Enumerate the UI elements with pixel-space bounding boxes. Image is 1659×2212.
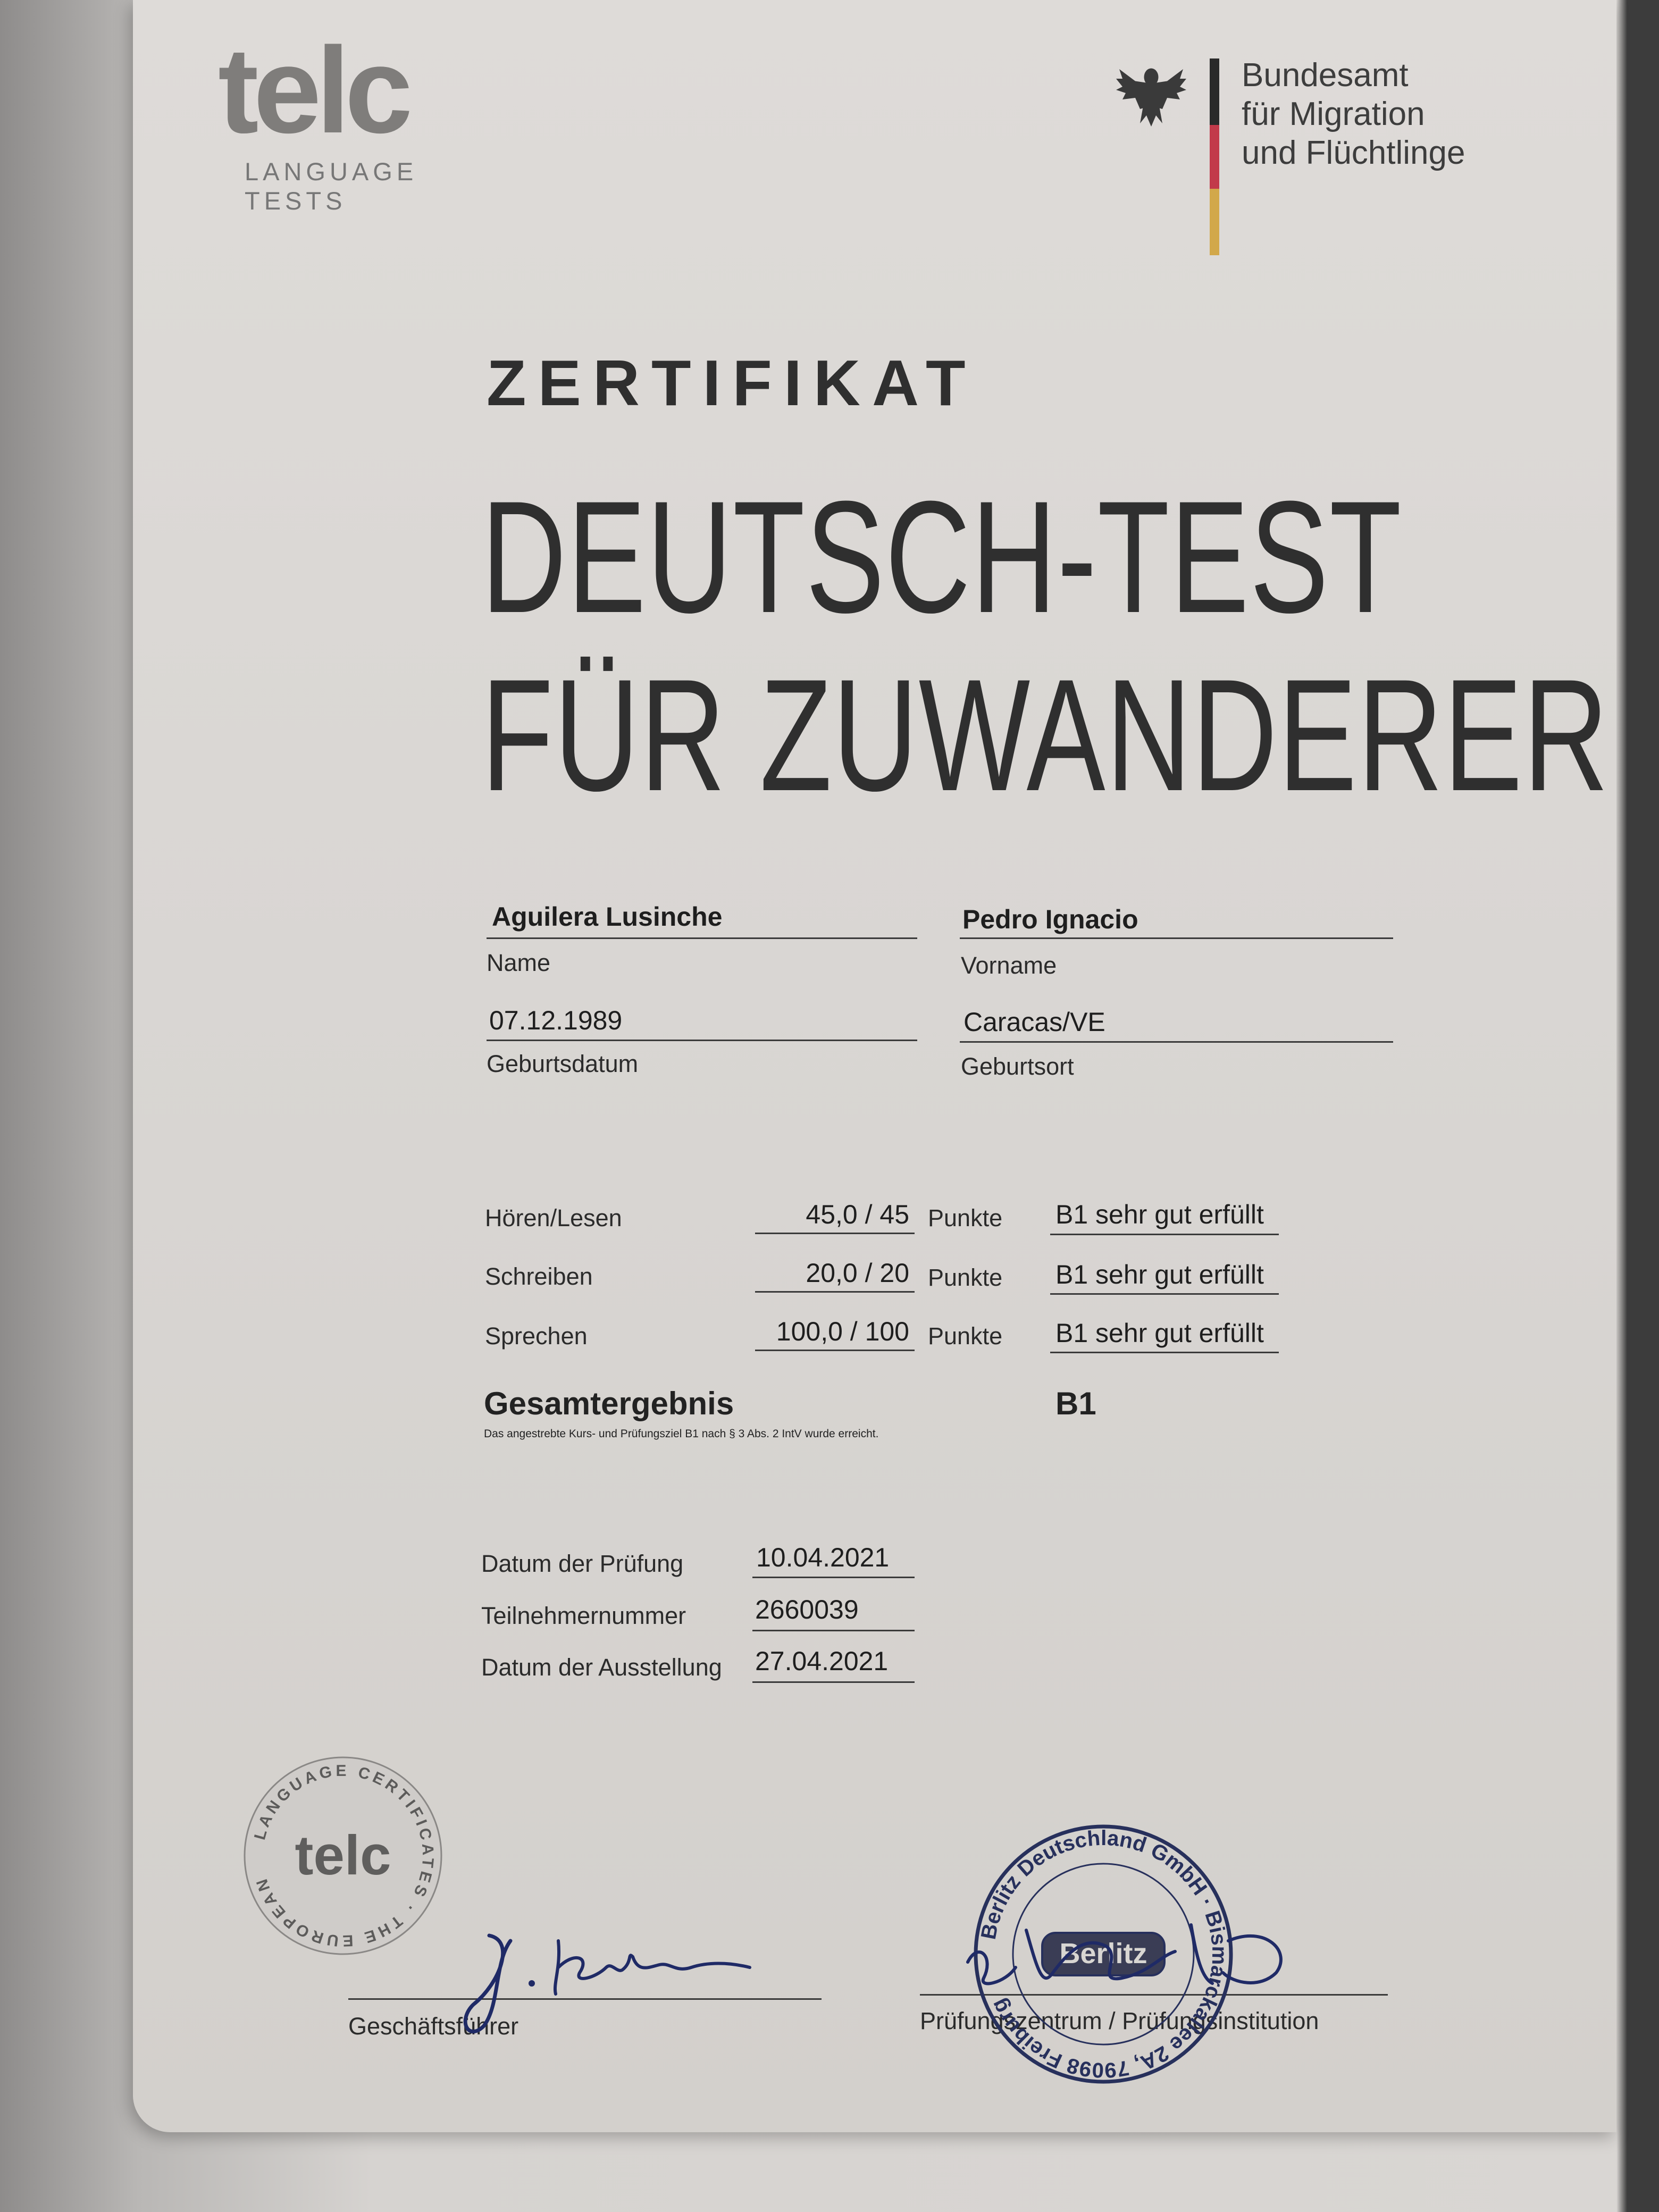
issue-date-value: 27.04.2021 <box>755 1646 889 1676</box>
title-line-1: DEUTSCH-TEST <box>481 467 1403 646</box>
total-value: B1 <box>1055 1386 1096 1421</box>
result-grade: B1 sehr gut erfüllt <box>1055 1318 1264 1348</box>
result-label: Schreiben <box>485 1263 593 1290</box>
score-underline <box>755 1350 915 1351</box>
result-score: 45,0 / 45 <box>806 1200 909 1229</box>
bamf-line-2: für Migration <box>1242 96 1425 132</box>
certificate-title: DEUTSCH-TEST FÜR ZUWANDERER <box>481 468 1609 824</box>
telc-logo: telc LANGUAGE TESTS <box>218 22 495 215</box>
title-line-2: FÜR ZUWANDERER <box>481 646 1610 824</box>
total-note: Das angestrebte Kurs- und Prüfungsziel B… <box>484 1428 879 1440</box>
score-underline <box>755 1291 915 1293</box>
geburtsdatum-label: Geburtsdatum <box>487 1050 639 1077</box>
telc-logo-subtitle: LANGUAGE TESTS <box>245 157 418 215</box>
federal-eagle-icon <box>1116 68 1186 127</box>
exam-center-signature <box>966 1923 1283 1985</box>
geburtsdatum-underline <box>487 1040 917 1041</box>
grade-underline <box>1050 1234 1279 1235</box>
managing-director-signature <box>463 1933 751 2034</box>
seal-center-text: telc <box>295 1824 391 1887</box>
result-label: Sprechen <box>485 1322 588 1350</box>
geburtsort-label: Geburtsort <box>961 1053 1074 1080</box>
telc-certificate-seal: LANGUAGE CERTIFICATES · THE EUROPEAN tel… <box>244 1756 442 1955</box>
total-label: Gesamtergebnis <box>484 1386 734 1421</box>
bamf-line-3: und Flüchtlinge <box>1242 135 1465 171</box>
issue-date-label: Datum der Ausstellung <box>481 1654 722 1681</box>
bamf-logo-text: Bundesamt für Migration und Flüchtlinge <box>1242 56 1465 172</box>
result-grade: B1 sehr gut erfüllt <box>1055 1200 1264 1229</box>
result-unit: Punkte <box>928 1322 1003 1350</box>
grade-underline <box>1050 1352 1279 1353</box>
participant-number-label: Teilnehmernummer <box>481 1602 686 1629</box>
result-unit: Punkte <box>928 1264 1003 1291</box>
geburtsort-underline <box>960 1041 1393 1043</box>
geburtsort-value: Caracas/VE <box>963 1007 1105 1037</box>
bamf-line-1: Bundesamt <box>1242 57 1409 94</box>
result-score: 20,0 / 20 <box>806 1258 909 1288</box>
issue-date-underline <box>752 1681 915 1683</box>
score-underline <box>755 1233 915 1234</box>
grade-underline <box>1050 1293 1279 1295</box>
name-underline <box>487 937 917 939</box>
telc-logo-wordmark: telc <box>218 22 413 158</box>
exam-date-underline <box>752 1577 915 1578</box>
exam-date-value: 10.04.2021 <box>756 1543 890 1572</box>
result-score: 100,0 / 100 <box>776 1317 909 1346</box>
vorname-value: Pedro Ignacio <box>962 904 1138 934</box>
name-label: Name <box>487 949 551 976</box>
exam-date-label: Datum der Prüfung <box>481 1550 684 1577</box>
certificate-kicker: ZERTIFIKAT <box>487 347 977 419</box>
participant-number-underline <box>752 1630 915 1631</box>
vorname-underline <box>960 937 1393 939</box>
participant-number-value: 2660039 <box>755 1595 859 1624</box>
geburtsdatum-value: 07.12.1989 <box>489 1006 623 1035</box>
result-unit: Punkte <box>928 1204 1003 1231</box>
german-flag-bar <box>1210 58 1219 255</box>
vorname-label: Vorname <box>961 952 1057 979</box>
result-grade: B1 sehr gut erfüllt <box>1055 1260 1264 1289</box>
name-value: Aguilera Lusinche <box>492 902 723 932</box>
result-label: Hören/Lesen <box>485 1204 622 1231</box>
